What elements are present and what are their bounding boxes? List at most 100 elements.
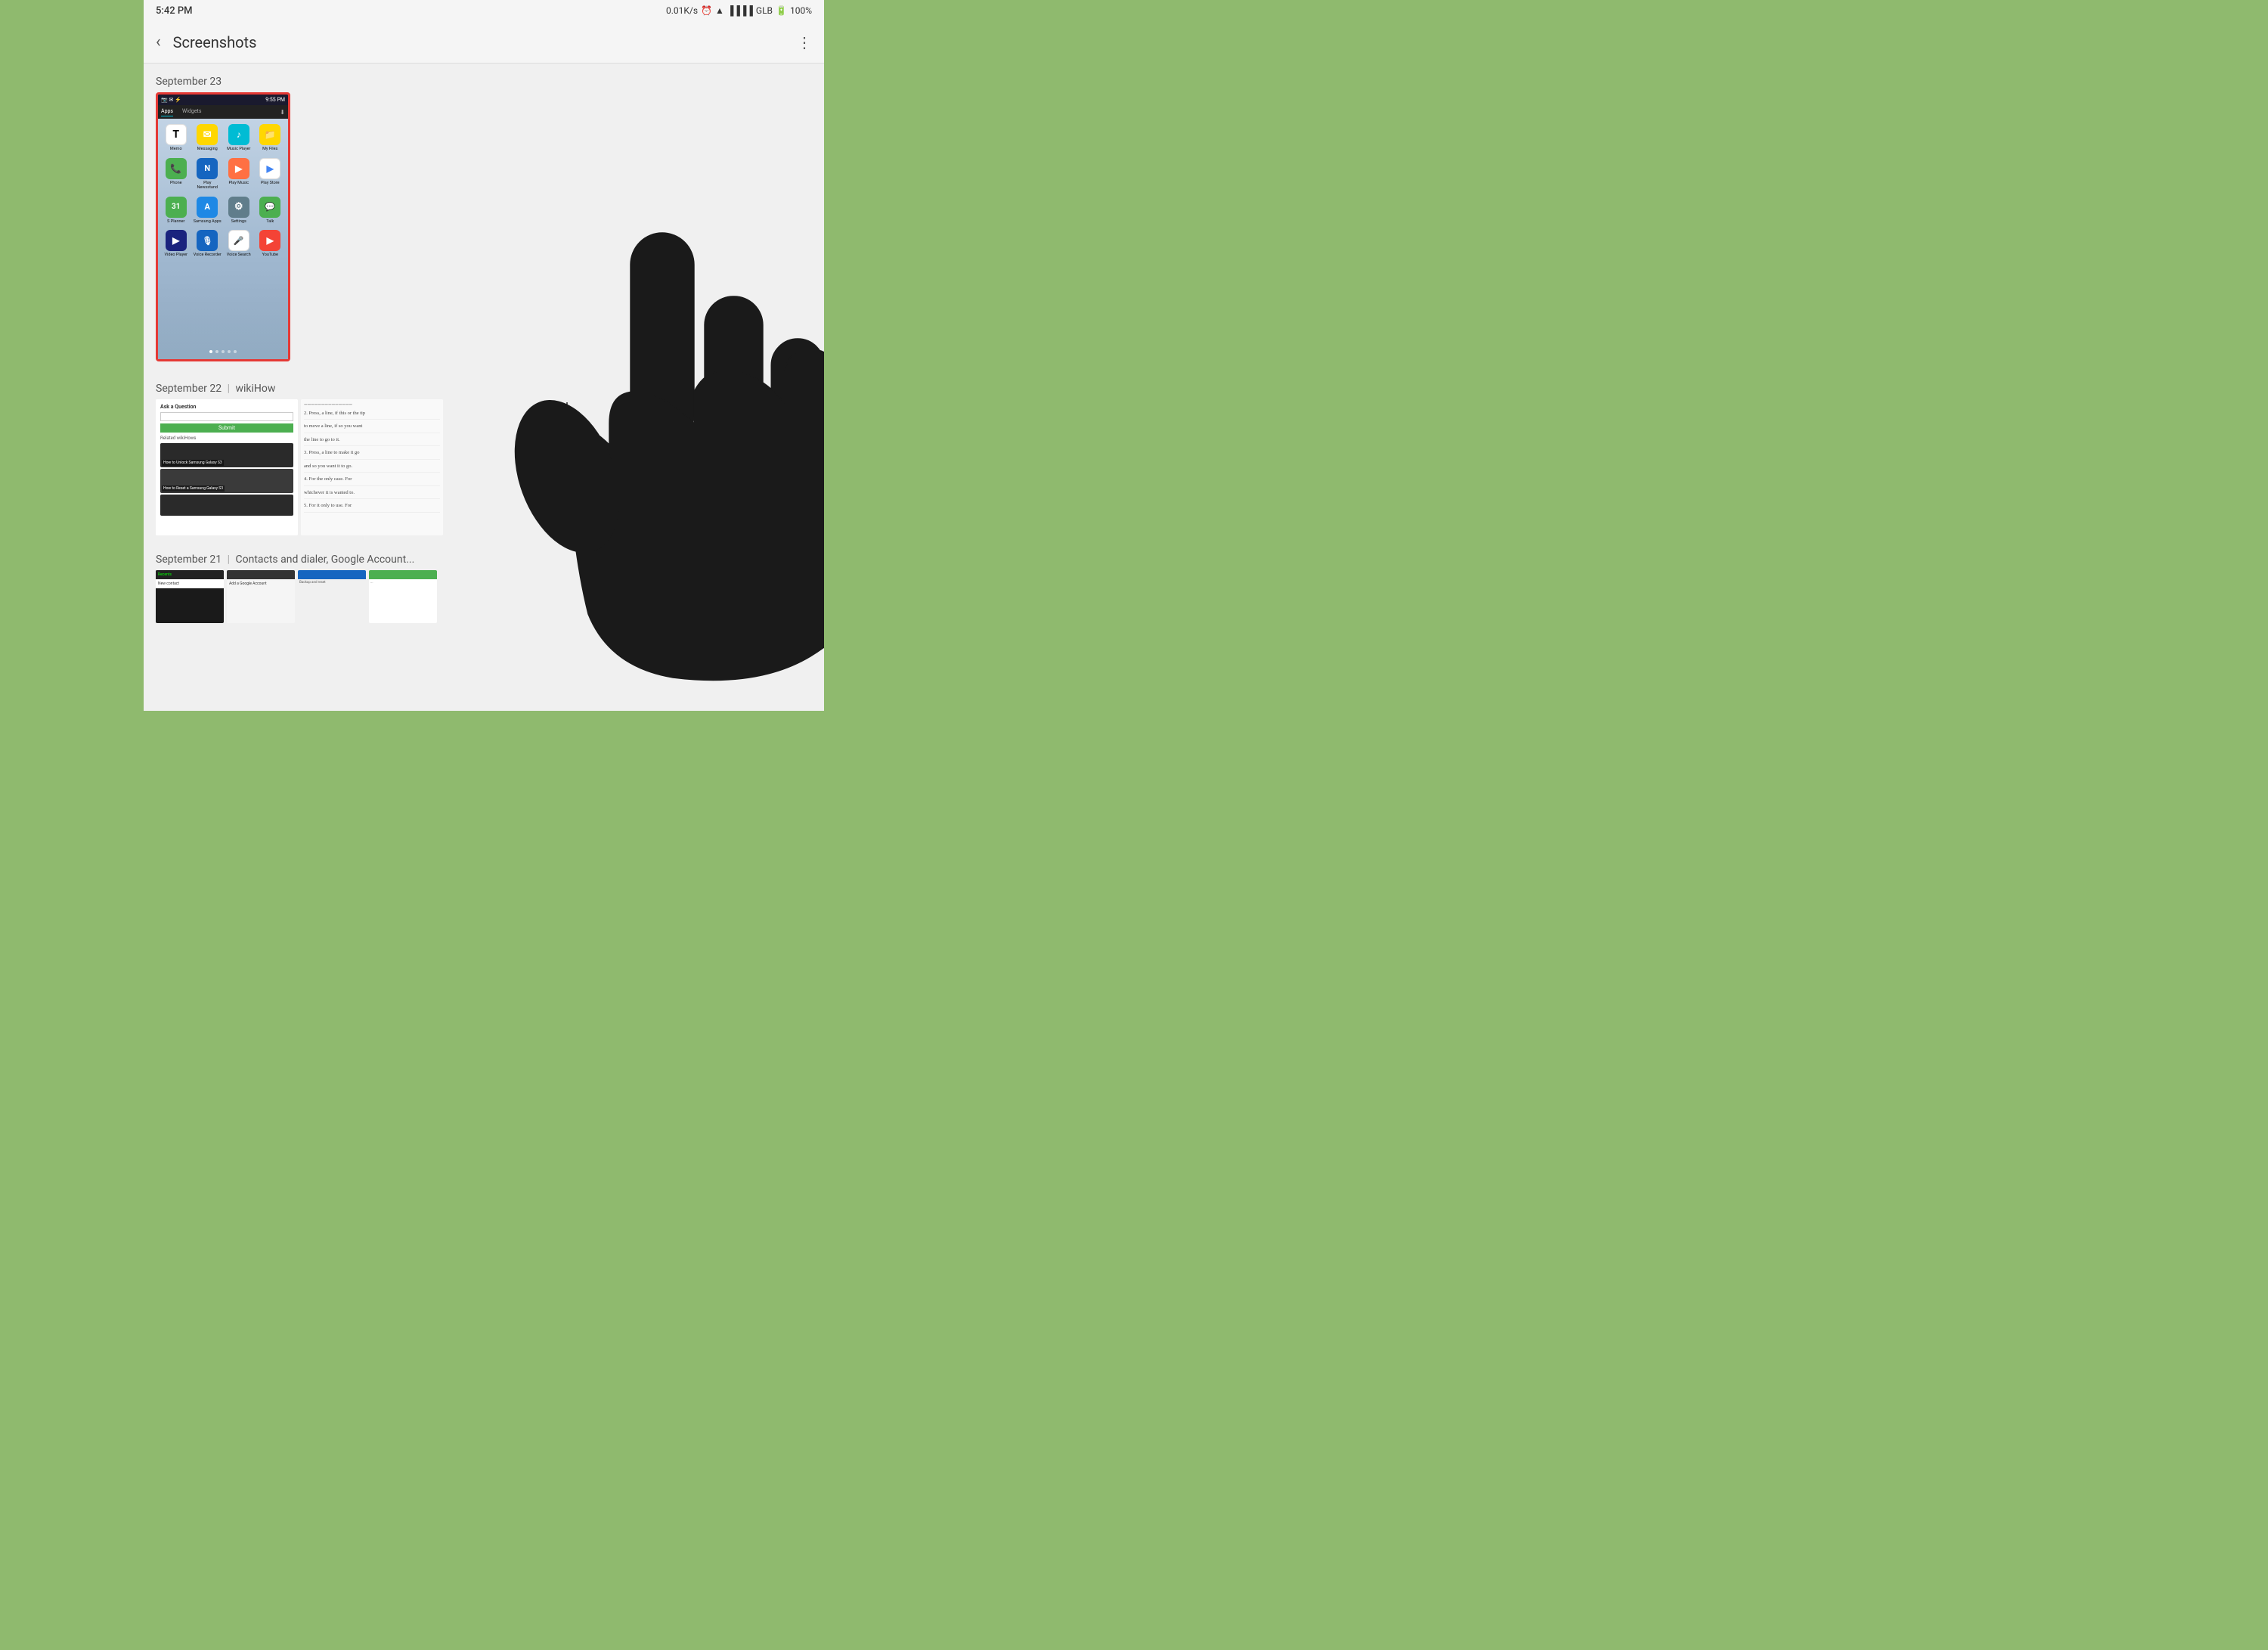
- wikihow-related-thumb-3[interactable]: [160, 495, 293, 516]
- app-label-playnewsstand: Play Newsstand: [194, 181, 222, 191]
- app-item-voicerecorder[interactable]: 🎙 Voice Recorder: [193, 228, 223, 260]
- app-icon-youtube: ▶: [259, 230, 280, 251]
- phone-status-icons: 📷 ✉ ⚡: [161, 97, 181, 103]
- hw-line-7: whichever it is wanted to.: [304, 490, 440, 499]
- hw-line-5: and so you want it to go.: [304, 464, 440, 473]
- app-header: ‹ Screenshots ⋮: [144, 21, 824, 64]
- hw-line-4: 3. Press, a line to make it go: [304, 450, 440, 459]
- app-item-messaging[interactable]: ✉ Messaging: [193, 122, 223, 154]
- battery-level: 100%: [790, 5, 812, 16]
- phone-nav-dots: [158, 350, 288, 353]
- wifi-icon: ▲: [715, 5, 724, 16]
- sep21-thumb-3[interactable]: Backup and reset: [298, 570, 366, 623]
- wikihow-related-label: Related wikiHows: [160, 436, 293, 441]
- more-button[interactable]: ⋮: [797, 33, 812, 51]
- app-icon-videoplayer: ▶: [166, 230, 187, 251]
- wikihow-related-label-1: How to Unlock Samsung Galaxy S3: [162, 460, 224, 466]
- app-icon-messaging: ✉: [197, 124, 218, 145]
- phone-screen-inner: 📷 ✉ ⚡ 9:55 PM Apps Widgets ⬇: [158, 95, 288, 359]
- app-label-playmusic: Play Music: [228, 181, 249, 186]
- app-item-samsungapps[interactable]: A Samsung Apps: [193, 194, 223, 227]
- bg-left: [0, 0, 144, 711]
- hw-line-1: 2. Press, a line, if this or the tip: [304, 411, 440, 420]
- app-icon-musicplayer: ♪: [228, 124, 249, 145]
- phone-status-time: 9:55 PM: [265, 97, 285, 103]
- sep21-thumb-2[interactable]: Add a Google Account: [227, 570, 295, 623]
- battery-icon: 🔋: [776, 5, 787, 16]
- wikihow-thumbs-row: How to Unlock Samsung Galaxy S3 How to R…: [160, 443, 293, 516]
- app-icon-talk: 💬: [259, 197, 280, 218]
- dot-1: [209, 350, 212, 353]
- wikihow-related-thumb-1[interactable]: How to Unlock Samsung Galaxy S3: [160, 443, 293, 467]
- sep21-thumb-1[interactable]: Recents New contact: [156, 570, 224, 623]
- app-icon-settings: ⚙: [228, 197, 249, 218]
- app-item-videoplayer[interactable]: ▶ Video Player: [161, 228, 191, 260]
- phone-statusbar: 📷 ✉ ⚡ 9:55 PM: [158, 95, 288, 105]
- sep22-thumbnails: Ask a Question Submit Related wikiHows H…: [156, 399, 443, 535]
- app-icon-voicesearch: 🎤: [228, 230, 249, 251]
- handwritten-thumb-item[interactable]: —————————————— 2. Press, a line, if this…: [301, 399, 443, 535]
- handwritten-content: —————————————— 2. Press, a line, if this…: [301, 399, 443, 535]
- date-group-sep21: September 21 | Contacts and dialer, Goog…: [156, 547, 812, 623]
- app-item-phone[interactable]: 📞 Phone: [161, 156, 191, 193]
- app-item-talk[interactable]: 💬 Talk: [256, 194, 286, 227]
- date-label-sep23: September 23: [156, 70, 812, 92]
- app-item-playmusic[interactable]: ▶ Play Music: [224, 156, 254, 193]
- app-icon-myfiles: 📁: [259, 124, 280, 145]
- date-label-sep22: September 22 | wikiHow: [156, 377, 812, 399]
- phone-tabs: Apps Widgets ⬇: [158, 105, 288, 119]
- dot-5: [234, 350, 237, 353]
- app-label-videoplayer: Video Player: [165, 253, 187, 258]
- status-bar: 5:42 PM 0.01K/s ⏰ ▲ ▐▐▐▐ GLB 🔋 100%: [144, 0, 824, 21]
- app-item-youtube[interactable]: ▶ YouTube: [256, 228, 286, 260]
- app-item-myfiles[interactable]: 📁 My Files: [256, 122, 286, 154]
- phone-tab-download[interactable]: ⬇: [280, 109, 285, 116]
- dot-4: [228, 350, 231, 353]
- wikihow-submit-btn[interactable]: Submit: [160, 423, 293, 433]
- sep21-thumb-4[interactable]: ...: [369, 570, 437, 623]
- back-button[interactable]: ‹: [156, 33, 161, 51]
- app-item-playnewsstand[interactable]: N Play Newsstand: [193, 156, 223, 193]
- app-label-splanner: S Planner: [167, 219, 184, 225]
- app-item-splanner[interactable]: 31 S Planner: [161, 194, 191, 227]
- phone-tab-apps[interactable]: Apps: [161, 108, 173, 116]
- app-icon-playmusic: ▶: [228, 158, 249, 179]
- screenshot-sep23-highlighted[interactable]: 📷 ✉ ⚡ 9:55 PM Apps Widgets ⬇: [156, 92, 290, 361]
- app-label-phone: Phone: [170, 181, 182, 186]
- apps-grid: T Memo ✉ Messaging ♪ Music Player: [158, 119, 288, 263]
- app-icon-phone: 📞: [166, 158, 187, 179]
- app-label-musicplayer: Music Player: [227, 147, 250, 152]
- app-item-memo[interactable]: T Memo: [161, 122, 191, 154]
- app-label-youtube: YouTube: [262, 253, 278, 258]
- network-speed: 0.01K/s: [666, 5, 698, 16]
- app-label-playstore: Play Store: [261, 181, 280, 186]
- app-item-musicplayer[interactable]: ♪ Music Player: [224, 122, 254, 154]
- date-group-sep23: September 23 📷 ✉ ⚡ 9:55 PM Apps Widget: [156, 70, 812, 364]
- page-wrapper: 5:42 PM 0.01K/s ⏰ ▲ ▐▐▐▐ GLB 🔋 100% ‹ Sc…: [0, 0, 968, 711]
- sep21-thumbnails: Recents New contact Add a Google Account…: [156, 570, 812, 623]
- gallery-content[interactable]: September 23 📷 ✉ ⚡ 9:55 PM Apps Widget: [144, 64, 824, 711]
- app-item-playstore[interactable]: ▶ Play Store: [256, 156, 286, 193]
- center-panel: 5:42 PM 0.01K/s ⏰ ▲ ▐▐▐▐ GLB 🔋 100% ‹ Sc…: [144, 0, 824, 711]
- hw-line-2: to move a line, if so you want: [304, 423, 440, 433]
- app-item-settings[interactable]: ⚙ Settings: [224, 194, 254, 227]
- wikihow-related-thumb-2[interactable]: How to Reset a Samsung Galaxy S3: [160, 469, 293, 493]
- carrier-label: GLB: [756, 5, 773, 16]
- wikihow-ask-label: Ask a Question: [160, 404, 293, 410]
- app-item-voicesearch[interactable]: 🎤 Voice Search: [224, 228, 254, 260]
- status-bar-right: 0.01K/s ⏰ ▲ ▐▐▐▐ GLB 🔋 100%: [666, 5, 812, 16]
- app-label-voicerecorder: Voice Recorder: [194, 253, 222, 258]
- dot-3: [222, 350, 225, 353]
- bg-right: [824, 0, 968, 711]
- header-title: Screenshots: [173, 33, 797, 51]
- app-icon-playstore: ▶: [259, 158, 280, 179]
- phone-tab-widgets[interactable]: Widgets: [182, 108, 201, 116]
- wikihow-ask-section: Ask a Question Submit: [160, 404, 293, 433]
- wikihow-thumb-item[interactable]: Ask a Question Submit Related wikiHows H…: [156, 399, 298, 535]
- app-label-memo: Memo: [170, 147, 182, 152]
- app-icon-voicerecorder: 🎙: [197, 230, 218, 251]
- wikihow-related-label-2: How to Reset a Samsung Galaxy S3: [162, 485, 225, 492]
- date-group-sep22: September 22 | wikiHow Ask a Question Su…: [156, 377, 812, 535]
- app-icon-memo: T: [166, 124, 187, 145]
- hw-line-8: 5. For it only to use. For: [304, 503, 440, 512]
